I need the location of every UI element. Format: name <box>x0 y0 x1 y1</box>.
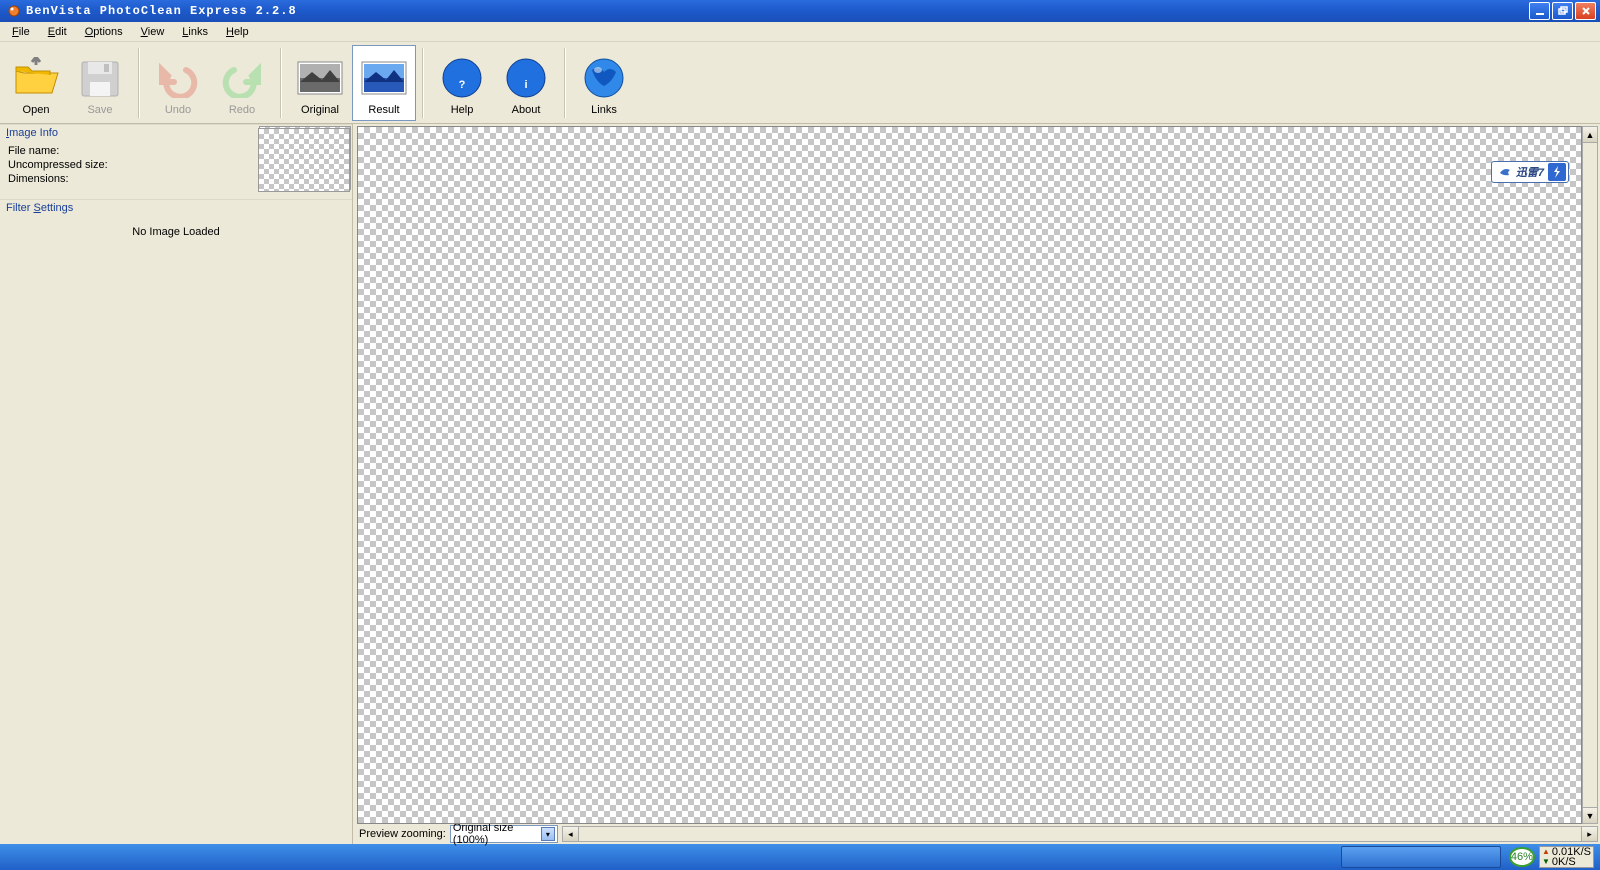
original-label: Original <box>301 104 339 116</box>
chevron-down-icon: ▾ <box>541 827 555 841</box>
lightning-icon <box>1548 163 1566 181</box>
taskbar: 46% ▲0.01K/S ▼0K/S <box>0 844 1600 870</box>
toolbar-separator <box>138 48 140 118</box>
no-image-message: No Image Loaded <box>0 216 352 248</box>
zoom-row: Preview zooming: Original size (100%) ▾ … <box>355 824 1600 844</box>
network-stats[interactable]: ▲0.01K/S ▼0K/S <box>1539 846 1594 868</box>
result-preview-icon <box>360 54 408 102</box>
save-button[interactable]: Save <box>68 45 132 121</box>
undo-label: Undo <box>165 104 191 116</box>
open-label: Open <box>23 104 50 116</box>
title-bar: BenVista PhotoClean Express 2.2.8 <box>0 0 1600 22</box>
restore-button[interactable] <box>1552 2 1573 20</box>
redo-icon <box>218 54 266 102</box>
toolbar: Open Save Undo Redo Original Result ? <box>0 42 1600 124</box>
center-panel: 迅雷7 ▲ ▼ Preview zooming: Original size (… <box>353 124 1600 844</box>
zoom-select[interactable]: Original size (100%) ▾ <box>450 825 558 843</box>
download-icon: ▼ <box>1542 857 1550 867</box>
about-label: About <box>512 104 541 116</box>
xunlei-badge[interactable]: 迅雷7 <box>1491 161 1569 183</box>
svg-text:i: i <box>524 79 527 91</box>
zoom-value: Original size (100%) <box>453 822 541 846</box>
menu-links[interactable]: Links <box>174 24 216 40</box>
bird-icon <box>1498 165 1512 179</box>
original-button[interactable]: Original <box>288 45 352 121</box>
undo-button[interactable]: Undo <box>146 45 210 121</box>
vertical-scrollbar[interactable]: ▲ ▼ <box>1582 126 1598 824</box>
result-label: Result <box>368 104 399 116</box>
close-button[interactable] <box>1575 2 1596 20</box>
svg-text:?: ? <box>459 79 466 91</box>
scroll-down-button[interactable]: ▼ <box>1583 807 1597 823</box>
upload-icon: ▲ <box>1542 847 1550 857</box>
filter-settings-header[interactable]: Filter Settings <box>0 199 352 216</box>
menu-edit[interactable]: Edit <box>40 24 75 40</box>
app-title: BenVista PhotoClean Express 2.2.8 <box>26 4 1529 18</box>
help-button[interactable]: ? Help <box>430 45 494 121</box>
minimize-button[interactable] <box>1529 2 1550 20</box>
zoom-label: Preview zooming: <box>357 828 446 840</box>
main-area: Image Info File name: Uncompressed size:… <box>0 124 1600 844</box>
download-speed: 0K/S <box>1552 857 1576 867</box>
toolbar-separator <box>422 48 424 118</box>
toolbar-separator <box>564 48 566 118</box>
info-icon: i <box>502 54 550 102</box>
redo-button[interactable]: Redo <box>210 45 274 121</box>
save-label: Save <box>87 104 112 116</box>
toolbar-separator <box>280 48 282 118</box>
scroll-track-h[interactable] <box>579 827 1581 841</box>
canvas[interactable]: 迅雷7 <box>357 126 1582 824</box>
scroll-left-button[interactable]: ◂ <box>563 827 579 841</box>
thumbnail-preview[interactable] <box>258 128 350 192</box>
menu-options[interactable]: Options <box>77 24 131 40</box>
scroll-right-button[interactable]: ▸ <box>1581 827 1597 841</box>
sidebar: Image Info File name: Uncompressed size:… <box>0 124 353 844</box>
about-button[interactable]: i About <box>494 45 558 121</box>
app-icon <box>6 3 22 19</box>
open-button[interactable]: Open <box>4 45 68 121</box>
cpu-value: 46% <box>1511 851 1533 863</box>
horizontal-scrollbar[interactable]: ◂ ▸ <box>562 826 1598 842</box>
redo-label: Redo <box>229 104 255 116</box>
links-button[interactable]: Links <box>572 45 636 121</box>
cpu-meter[interactable]: 46% <box>1509 847 1535 867</box>
floppy-disk-icon <box>76 54 124 102</box>
globe-icon <box>580 54 628 102</box>
taskbar-app-button[interactable] <box>1341 846 1501 868</box>
scroll-track[interactable] <box>1583 143 1597 807</box>
menu-help[interactable]: Help <box>218 24 257 40</box>
undo-icon <box>154 54 202 102</box>
folder-open-icon <box>12 54 60 102</box>
links-label: Links <box>591 104 617 116</box>
menu-file[interactable]: File <box>4 24 38 40</box>
help-label: Help <box>451 104 474 116</box>
system-tray: 46% ▲0.01K/S ▼0K/S <box>1503 844 1600 870</box>
menu-bar: File Edit Options View Links Help <box>0 22 1600 42</box>
original-preview-icon <box>296 54 344 102</box>
result-button[interactable]: Result <box>352 45 416 121</box>
question-icon: ? <box>438 54 486 102</box>
xunlei-text: 迅雷7 <box>1516 164 1544 180</box>
menu-view[interactable]: View <box>133 24 173 40</box>
scroll-up-button[interactable]: ▲ <box>1583 127 1597 143</box>
